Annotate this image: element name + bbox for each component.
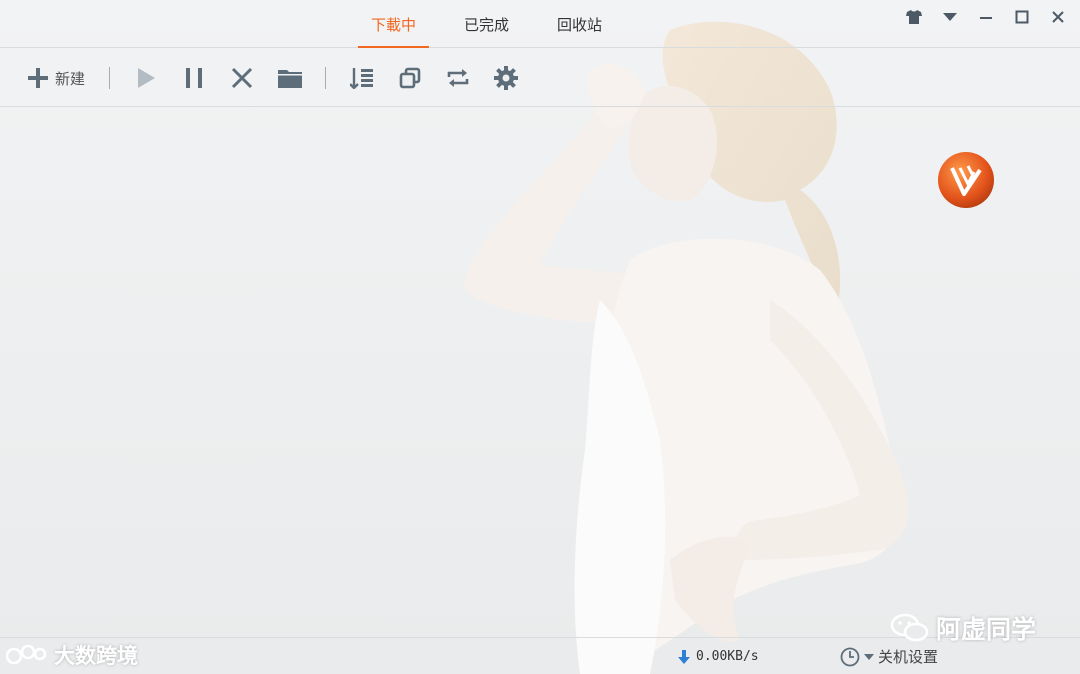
clock-icon xyxy=(840,647,860,666)
menu-dropdown-icon[interactable] xyxy=(932,4,968,30)
pause-icon xyxy=(186,68,202,88)
watermark-right-text: 阿虚同学 xyxy=(936,615,1037,644)
window-controls xyxy=(896,4,1076,30)
watermark-left: 大数跨境 xyxy=(6,638,138,672)
download-arrow-icon xyxy=(678,649,690,664)
watermark-left-text: 大数跨境 xyxy=(54,644,138,668)
toolbar: 新建 xyxy=(0,49,1080,107)
settings-icon xyxy=(494,66,518,90)
start-button[interactable] xyxy=(128,49,164,107)
toolbar-separator xyxy=(109,67,110,89)
tab-bar: 下載中 已完成 回收站 xyxy=(358,0,637,48)
delete-icon xyxy=(231,67,253,89)
wechat-icon xyxy=(890,613,929,642)
sort-icon xyxy=(350,68,373,89)
settings-button[interactable] xyxy=(488,49,524,107)
copy-icon xyxy=(399,67,421,89)
shutdown-settings-label: 关机设置 xyxy=(878,648,939,666)
refresh-icon xyxy=(447,69,469,87)
watermark-right: 阿虚同学 xyxy=(890,608,1036,648)
pause-button[interactable] xyxy=(176,49,212,107)
new-task-label: 新建 xyxy=(54,69,85,88)
download-speed-value: 0.00KB/s xyxy=(696,649,759,664)
start-icon xyxy=(138,68,155,88)
open-folder-icon xyxy=(278,70,302,88)
toolbar-separator xyxy=(325,67,326,89)
copy-button[interactable] xyxy=(392,49,428,107)
new-task-button[interactable]: 新建 xyxy=(20,49,92,107)
app-window: 下載中 已完成 回收站 新建 0.00KB/s 关机设置 大数跨境 阿虚同学 xyxy=(0,0,1080,674)
title-bar: 下載中 已完成 回收站 xyxy=(0,0,1080,48)
delete-button[interactable] xyxy=(224,49,260,107)
chevron-down-icon xyxy=(864,653,874,660)
minimize-icon[interactable] xyxy=(968,4,1004,30)
app-logo-icon[interactable] xyxy=(936,150,996,210)
refresh-button[interactable] xyxy=(440,49,476,107)
skin-icon[interactable] xyxy=(896,4,932,30)
tab-completed[interactable]: 已完成 xyxy=(451,0,522,48)
download-speed: 0.00KB/s xyxy=(678,638,759,674)
tab-downloading[interactable]: 下載中 xyxy=(358,0,430,48)
maximize-icon[interactable] xyxy=(1004,4,1040,30)
new-icon xyxy=(27,68,48,88)
tab-recycle-bin[interactable]: 回收站 xyxy=(544,0,615,48)
open-folder-button[interactable] xyxy=(272,49,308,107)
close-icon[interactable] xyxy=(1040,4,1076,30)
sort-button[interactable] xyxy=(344,49,380,107)
watermark-logo-icon xyxy=(6,644,47,665)
